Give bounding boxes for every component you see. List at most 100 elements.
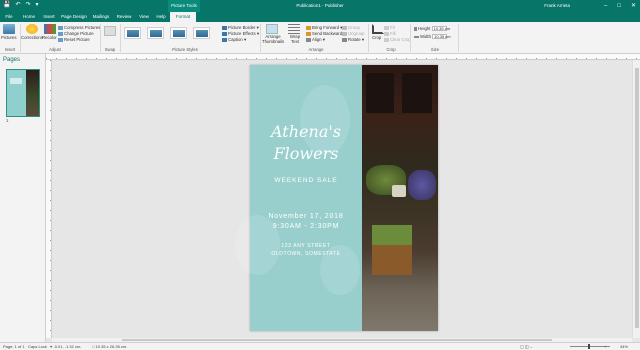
tab-format[interactable]: Format [170,12,196,22]
picture-style-3[interactable] [170,27,187,39]
change-picture-button[interactable]: Change Picture [58,31,94,36]
picture-effects-label: Picture Effects [228,31,256,36]
tab-insert[interactable]: Insert [40,12,58,22]
pages-pane: Pages 1 [0,54,46,342]
save-icon[interactable]: 💾 [3,2,10,9]
flyer-address-line1[interactable]: 123 ANY STREET [250,243,362,249]
picture-style-1[interactable] [124,27,141,39]
picture-style-4[interactable] [193,27,210,39]
height-input[interactable]: 10.35 cm [431,26,450,32]
rotate-button[interactable]: Rotate ▾ [342,37,364,42]
ungroup-button[interactable]: Ungroup [342,31,364,36]
vertical-scrollbar[interactable] [632,60,640,338]
tab-home[interactable]: Home [20,12,38,22]
flyer-subtitle[interactable]: WEEKEND SALE [250,177,362,184]
flyer-time[interactable]: 9:30AM - 2:30PM [250,223,362,230]
swap-icon[interactable] [104,26,116,36]
size-icon: □ [92,344,95,349]
status-page[interactable]: Page: 1 of 1 [3,344,25,350]
status-size: □ 10.35 x 26.35 cm. [92,344,127,350]
page-thumbnail[interactable] [6,69,40,117]
send-backward-icon [306,31,311,36]
flower-shop-photo[interactable] [362,65,438,331]
fill-button[interactable]: Fill [384,31,396,36]
compress-label: Compress Pictures [64,25,101,30]
ungroup-icon [342,31,347,36]
width-input[interactable]: 10.35 cm [432,34,451,40]
flyer-address-line2[interactable]: OLDTOWN, SOMESTATE [250,251,362,257]
reset-picture-label: Reset Picture [64,37,90,42]
picture-effects-button[interactable]: Picture Effects ▾ [222,31,259,36]
group-button[interactable]: Group [342,25,360,30]
tab-page-design[interactable]: Page Design [60,12,88,22]
zoom-level[interactable]: 34% [620,344,628,350]
group-label-picture-styles: Picture Styles [172,47,198,52]
status-bar: Page: 1 of 1 Caps Lock ⌖ -0.01, -1.32 cm… [0,342,640,350]
quick-access-toolbar: 💾 ↶ ↷ ▾ [3,2,39,9]
picture-style-2[interactable] [147,27,164,39]
pictures-icon[interactable] [3,24,15,34]
horizontal-scroll-thumb[interactable] [122,339,552,341]
arrange-thumbnails-icon[interactable] [266,24,278,34]
crop-button[interactable]: Crop [372,35,381,40]
maximize-icon[interactable]: □ [617,0,621,12]
separator [260,24,261,52]
rotate-icon [342,37,347,42]
fit-icon [384,25,389,30]
clear-crop-button[interactable]: Clear Crop [384,37,411,42]
minimize-icon[interactable]: – [604,0,607,12]
picture-border-button[interactable]: Picture Border ▾ [222,25,259,30]
bring-forward-button[interactable]: Bring Forward ▾ [306,25,342,30]
photo-crate [372,225,412,275]
user-name[interactable]: Frank Arrieta [544,0,570,12]
align-button[interactable]: Align ▾ [306,37,325,42]
zoom-slider-thumb[interactable] [588,344,590,349]
group-label-insert: Insert [4,47,16,52]
fit-button[interactable]: Fit [384,25,395,30]
arrange-thumbnails-button[interactable]: Arrange Thumbnails [262,34,284,44]
single-page-view-icon[interactable]: ▢ [520,344,524,349]
compress-pictures-button[interactable]: Compress Pictures [58,25,100,30]
wrap-text-icon[interactable] [288,24,300,34]
align-icon [306,37,311,42]
page-thumbnail-number: 1 [6,118,9,123]
zoom-in-icon[interactable]: + [604,344,606,350]
tab-help[interactable]: Help [153,12,169,22]
send-backward-button[interactable]: Send Backward ▾ [306,31,345,36]
corrections-button[interactable]: Corrections [21,35,43,40]
position-icon: ⌖ [50,344,53,349]
tab-mailings[interactable]: Mailings [90,12,112,22]
customize-icon[interactable]: ▾ [36,2,39,9]
redo-icon[interactable]: ↷ [26,2,31,9]
photo-window [366,73,394,113]
zoom-out-icon[interactable]: – [530,344,532,349]
group-label-arrange: Arrange [308,47,324,52]
crop-icon[interactable] [372,24,384,34]
separator [410,24,411,52]
clear-crop-icon [384,37,389,42]
status-size-value: 10.35 x 26.35 cm. [95,344,128,349]
two-page-view-icon[interactable]: ◫ [525,344,529,349]
send-backward-label: Send Backward [312,31,343,36]
tab-view[interactable]: View [136,12,152,22]
flyer-title-line1[interactable]: Athena's [250,123,362,141]
reset-picture-button[interactable]: Reset Picture [58,37,90,42]
pictures-button[interactable]: Pictures [1,35,17,40]
reset-picture-icon [58,37,63,42]
vertical-scroll-thumb[interactable] [635,68,639,328]
thumbnail-title-block [10,78,22,84]
publication-page[interactable]: Athena's Flowers WEEKEND SALE November 1… [235,65,438,331]
wrap-text-button[interactable]: Wrap Text [287,34,303,44]
caption-label: Caption [228,37,243,42]
recolor-icon[interactable] [44,24,56,34]
close-icon[interactable]: ✕ [631,0,636,12]
caption-button[interactable]: Caption ▾ [222,37,246,42]
bring-forward-icon [306,25,311,30]
flyer-title-line2[interactable]: Flowers [250,145,362,163]
corrections-icon[interactable] [26,24,38,34]
flyer-date[interactable]: November 17, 2018 [250,213,362,220]
tab-review[interactable]: Review [114,12,134,22]
recolor-button[interactable]: Recolor [42,35,57,40]
tab-file[interactable]: File [2,12,16,22]
undo-icon[interactable]: ↶ [15,2,20,9]
